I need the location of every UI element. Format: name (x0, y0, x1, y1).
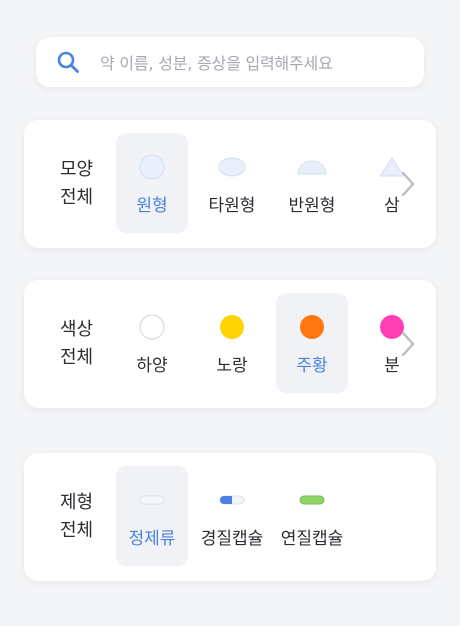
white-swatch-icon (116, 314, 188, 340)
oval-shape-icon (196, 155, 268, 179)
color-option-white[interactable]: 하양 (116, 293, 188, 393)
shape-option-semicircle[interactable]: 반원형 (276, 133, 348, 233)
form-option-label: 경질캡슐 (200, 529, 264, 549)
form-filter-value: 전체 (60, 520, 94, 541)
chevron-right-icon[interactable] (398, 170, 418, 198)
soft-capsule-icon (276, 488, 348, 512)
color-filter-card: 색상 전체 하양 노랑 주황 분 (24, 280, 436, 408)
chevron-right-icon[interactable] (398, 330, 418, 358)
color-filter-label: 색상 전체 (60, 316, 93, 372)
color-option-label: 분 (384, 356, 400, 376)
shape-option-round[interactable]: 원형 (116, 133, 188, 233)
color-filter-title: 색상 (60, 319, 94, 340)
shape-option-label: 반원형 (288, 196, 336, 216)
search-input[interactable]: 약 이름, 성분, 증상을 입력해주세요 (100, 50, 333, 74)
shape-option-label: 타원형 (208, 196, 256, 216)
color-option-label: 노랑 (216, 356, 248, 376)
color-option-yellow[interactable]: 노랑 (196, 293, 268, 393)
shape-filter-label: 모양 전체 (60, 156, 93, 212)
shape-filter-title: 모양 (60, 159, 94, 180)
shape-option-label: 삼 (384, 196, 400, 216)
form-options: 정제류 경질캡슐 연질캡슐 (116, 466, 436, 566)
search-bar[interactable]: 약 이름, 성분, 증상을 입력해주세요 (36, 37, 424, 87)
form-filter-title: 제형 (60, 492, 94, 513)
color-option-label: 하양 (136, 356, 168, 376)
hard-capsule-icon (196, 488, 268, 512)
round-shape-icon (116, 154, 188, 180)
form-filter-label: 제형 전체 (60, 489, 93, 545)
form-option-hard-capsule[interactable]: 경질캡슐 (196, 466, 268, 566)
shape-filter-value: 전체 (60, 187, 94, 208)
color-options: 하양 노랑 주황 분 (116, 293, 436, 393)
shape-options: 원형 타원형 반원형 삼 (116, 133, 436, 233)
orange-swatch-icon (276, 315, 348, 339)
yellow-swatch-icon (196, 315, 268, 339)
color-filter-value: 전체 (60, 347, 94, 368)
semicircle-shape-icon (276, 155, 348, 179)
form-option-label: 정제류 (128, 529, 176, 549)
tablet-icon (116, 488, 188, 512)
form-filter-card: 제형 전체 정제류 경질캡슐 연질캡슐 (24, 453, 436, 581)
search-icon (56, 50, 80, 74)
color-option-label: 주황 (296, 356, 328, 376)
form-option-tablet[interactable]: 정제류 (116, 466, 188, 566)
shape-filter-card: 모양 전체 원형 타원형 반원형 삼 (24, 120, 436, 248)
form-option-soft-capsule[interactable]: 연질캡슐 (276, 466, 348, 566)
color-option-orange[interactable]: 주황 (276, 293, 348, 393)
shape-option-label: 원형 (136, 196, 168, 216)
form-option-label: 연질캡슐 (280, 529, 344, 549)
shape-option-oval[interactable]: 타원형 (196, 133, 268, 233)
